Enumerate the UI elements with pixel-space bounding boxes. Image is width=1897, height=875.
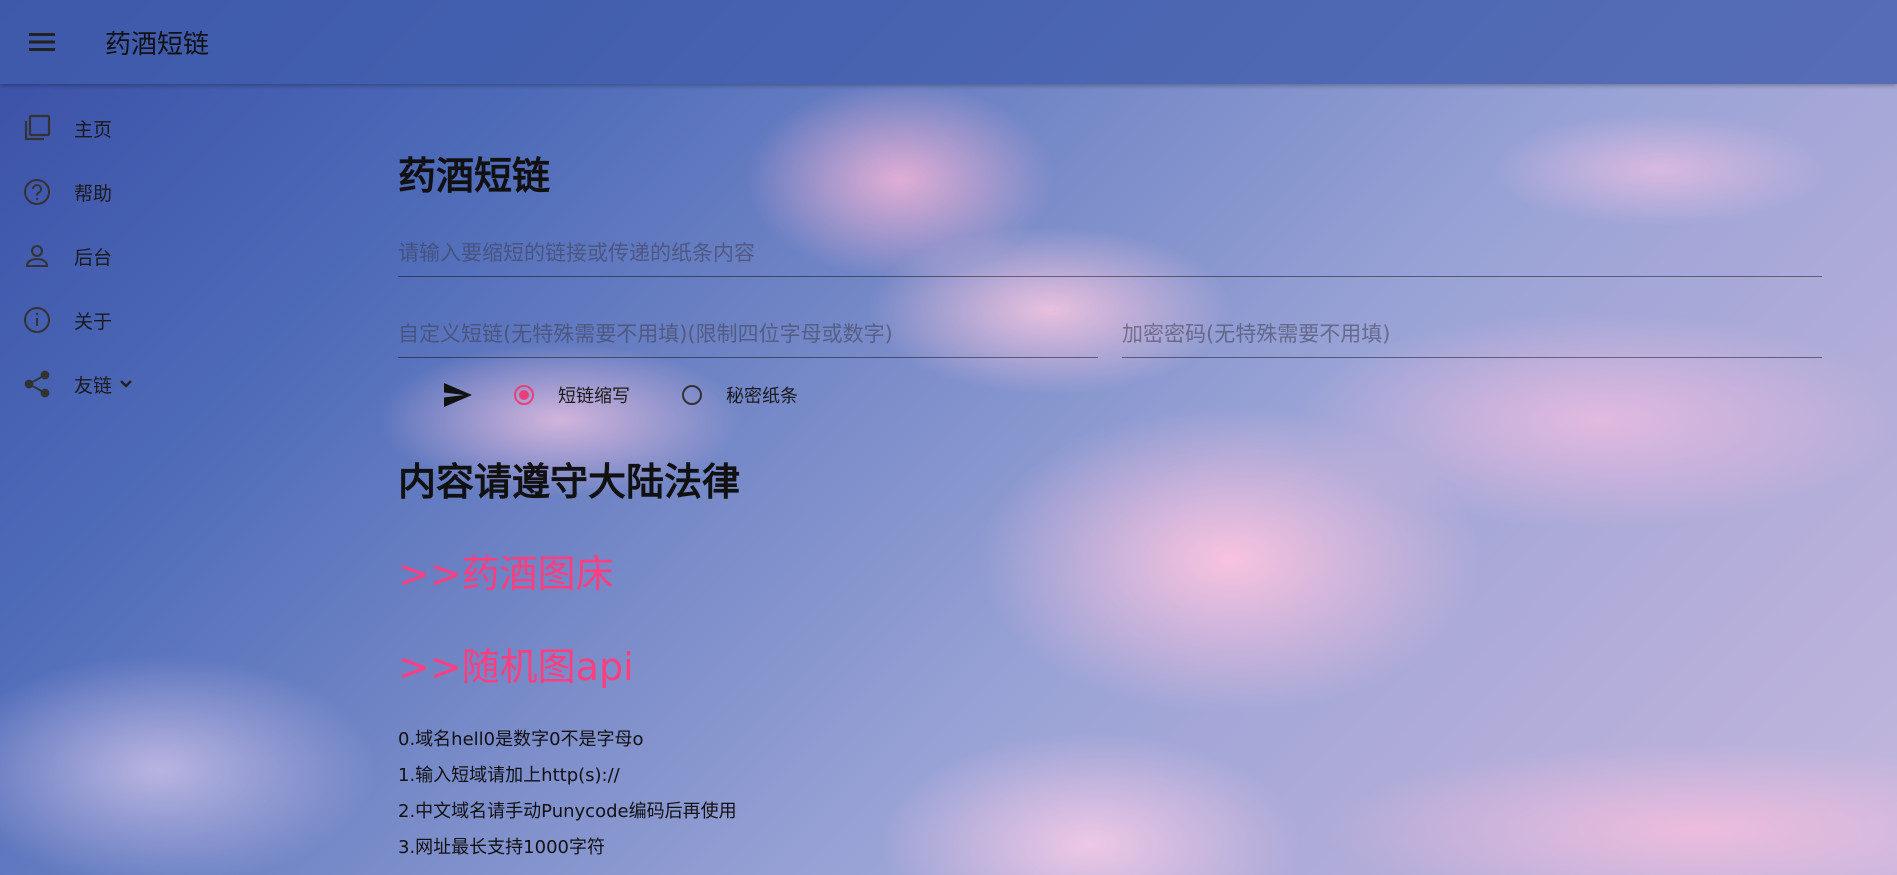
mode-radio-secret-note[interactable]: 秘密纸条 [682, 382, 798, 408]
notes-list: 0.域名hell0是数字0不是字母o 1.输入短域请加上http(s):// 2… [398, 722, 1822, 866]
note-item: 1.输入短域请加上http(s):// [398, 765, 620, 786]
radio-checked-icon [514, 385, 534, 405]
url-field [398, 232, 1822, 277]
info-icon [22, 305, 52, 335]
main-content: 药酒短链 短链缩写 秘密纸条 内容请遵守大陆法律 >>药酒图床 >>随机图 [398, 148, 1822, 866]
share-icon [22, 369, 52, 399]
url-input[interactable] [398, 232, 1822, 274]
nav-item-links[interactable]: 友链 [0, 352, 300, 416]
app-title: 药酒短链 [105, 29, 210, 60]
options-row [398, 313, 1822, 358]
chevron-down-icon [116, 374, 136, 394]
help-icon [22, 177, 52, 207]
app-bar: 药酒短链 [0, 0, 1897, 84]
send-icon [444, 383, 472, 407]
nav-item-label: 后台 [74, 246, 113, 269]
password-input[interactable] [1122, 313, 1822, 355]
nav-item-label: 主页 [74, 118, 113, 141]
nav-drawer: 主页 帮助 后台 关于 友链 [0, 96, 300, 416]
image-host-link[interactable]: >>药酒图床 [398, 549, 1822, 599]
mode-row: 短链缩写 秘密纸条 [398, 370, 1822, 420]
copy-icon [22, 113, 52, 143]
menu-icon [29, 33, 55, 51]
nav-item-admin[interactable]: 后台 [0, 224, 300, 288]
send-button[interactable] [434, 371, 482, 419]
nav-item-label: 友链 [74, 374, 113, 397]
password-field [1122, 313, 1822, 358]
nav-item-help[interactable]: 帮助 [0, 160, 300, 224]
nav-item-label: 帮助 [74, 182, 113, 205]
custom-link-field [398, 313, 1098, 358]
note-item: 3.网址最长支持1000字符 [398, 837, 605, 858]
radio-unchecked-icon [682, 385, 702, 405]
mode-radio-shorten[interactable]: 短链缩写 [514, 382, 630, 408]
nav-item-home[interactable]: 主页 [0, 96, 300, 160]
note-item: 2.中文域名请手动Punycode编码后再使用 [398, 801, 737, 822]
page-title: 药酒短链 [398, 154, 551, 198]
nav-item-label: 关于 [74, 310, 113, 333]
law-notice: 内容请遵守大陆法律 [398, 460, 741, 504]
note-item: 0.域名hell0是数字0不是字母o [398, 729, 644, 750]
radio-label: 秘密纸条 [726, 386, 798, 407]
random-image-api-link[interactable]: >>随机图api [398, 642, 1822, 692]
radio-label: 短链缩写 [558, 386, 630, 407]
menu-button[interactable] [20, 20, 64, 64]
custom-link-input[interactable] [398, 313, 1098, 355]
nav-item-about[interactable]: 关于 [0, 288, 300, 352]
person-icon [22, 241, 52, 271]
